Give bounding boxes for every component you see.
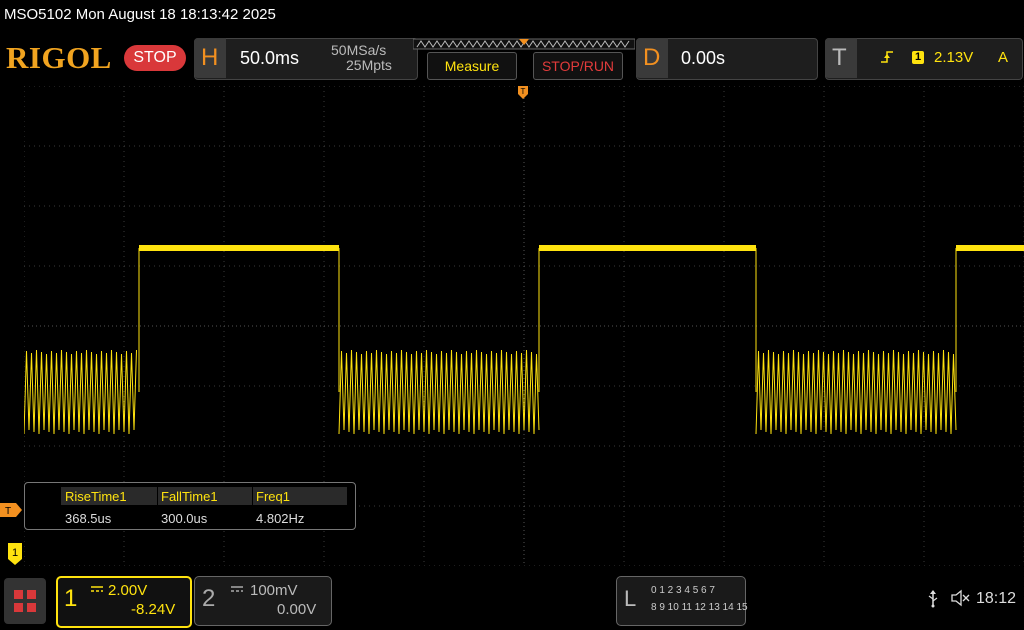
measure-button[interactable]: Measure xyxy=(427,52,517,80)
ch1-scale: 2.00V xyxy=(108,582,148,599)
trigger-level-marker[interactable]: T xyxy=(0,503,22,517)
ch1-ground-marker[interactable]: 1 xyxy=(8,543,22,565)
logic-letter: L xyxy=(624,586,637,611)
trigger-source-badge: 1 xyxy=(912,51,924,64)
ch1-high-segment xyxy=(139,245,339,251)
system-clock: 18:12 xyxy=(976,590,1017,607)
model-datetime: MSO5102 Mon August 18 18:13:42 2025 xyxy=(4,6,276,23)
measurement-header: Freq1 xyxy=(256,489,290,504)
dc-coupling-icon xyxy=(91,586,103,592)
trigger-position-letter: T xyxy=(521,87,526,96)
trigger-letter: T xyxy=(832,44,847,71)
logic-channels-row2: 8 9 10 11 12 13 14 15 xyxy=(651,602,748,613)
logic-channels-row1: 0 1 2 3 4 5 6 7 xyxy=(651,585,715,596)
measurement-value: 4.802Hz xyxy=(256,511,305,526)
measurement-value: 368.5us xyxy=(65,511,112,526)
rigol-logo: RIGOL xyxy=(6,40,112,75)
ch2-offset: 0.00V xyxy=(277,601,317,618)
ch1-low-segment xyxy=(338,349,540,435)
trigger-level: 2.13V xyxy=(934,49,974,66)
usb-icon xyxy=(928,590,938,608)
run-state-badge[interactable]: STOP xyxy=(124,45,186,71)
delay-value: 0.00s xyxy=(681,48,726,68)
timebase-value: 50.0ms xyxy=(240,48,300,68)
trigger-position-indicator xyxy=(413,38,635,50)
rising-edge-icon xyxy=(881,51,893,63)
memory-depth: 25Mpts xyxy=(346,57,392,73)
ch1-high-segment xyxy=(539,245,756,251)
trigger-mode: A xyxy=(998,49,1009,66)
speaker-muted-icon[interactable] xyxy=(951,589,971,607)
grid-menu-icon xyxy=(14,590,36,612)
sample-rate: 50MSa/s xyxy=(331,42,387,58)
ch1-number: 1 xyxy=(64,585,78,612)
delay-letter: D xyxy=(643,44,661,71)
dc-coupling-icon xyxy=(231,586,243,592)
ch1-low-segment xyxy=(755,349,957,435)
ch1-ground-marker-label: 1 xyxy=(12,547,18,559)
trigger-level-marker-label: T xyxy=(5,506,11,517)
ch2-scale: 100mV xyxy=(250,582,298,599)
measurement-panel[interactable]: RiseTime1 FallTime1 Freq1 368.5us 300.0u… xyxy=(24,482,356,530)
horizontal-letter: H xyxy=(201,44,219,71)
ch2-number: 2 xyxy=(202,585,216,612)
stop-run-button[interactable]: STOP/RUN xyxy=(533,52,623,80)
measurement-header: RiseTime1 xyxy=(65,489,127,504)
status-bar: MSO5102 Mon August 18 18:13:42 2025 xyxy=(0,0,1024,34)
measurement-value: 300.0us xyxy=(161,511,208,526)
ch1-low-segment xyxy=(24,349,137,435)
main-menu-button[interactable] xyxy=(4,578,46,624)
ch1-waveform xyxy=(24,245,1024,435)
ch1-high-segment xyxy=(956,245,1024,251)
measurement-header: FallTime1 xyxy=(161,489,218,504)
ch1-offset: -8.24V xyxy=(131,601,176,618)
